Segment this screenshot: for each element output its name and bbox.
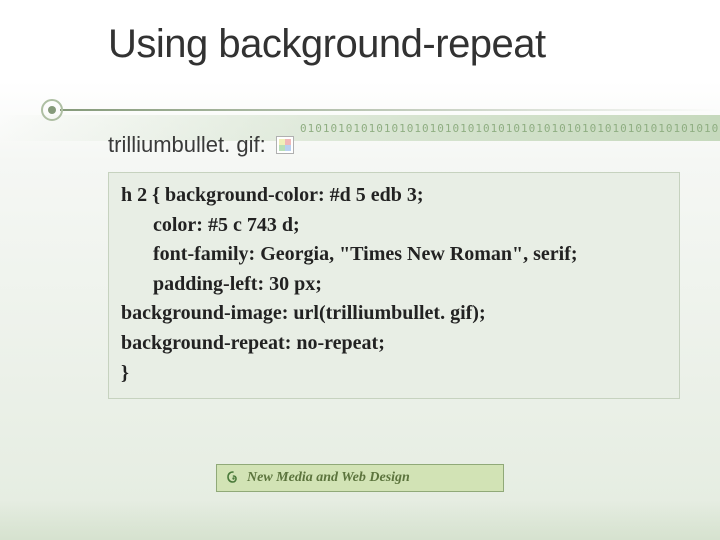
caption-text: trilliumbullet. gif: (108, 132, 266, 158)
code-line: background-repeat: no-repeat; (121, 329, 667, 359)
code-line: } (121, 359, 667, 389)
slide-content: trilliumbullet. gif: h 2 { background-co… (108, 128, 680, 399)
code-line: h 2 { background-color: #d 5 edb 3; (121, 181, 667, 211)
slide-title: Using background-repeat (108, 22, 546, 67)
footer-text: New Media and Web Design (247, 470, 410, 486)
missing-image-icon (276, 136, 294, 154)
code-line: padding-left: 30 px; (121, 270, 667, 300)
swirl-icon (225, 470, 241, 486)
code-box: h 2 { background-color: #d 5 edb 3; colo… (108, 172, 680, 399)
code-line: font-family: Georgia, "Times New Roman",… (121, 240, 667, 270)
slide: 0101010101010101010101010101010101010101… (0, 0, 720, 540)
caption-row: trilliumbullet. gif: (108, 132, 680, 158)
footer-badge: New Media and Web Design (216, 464, 504, 492)
code-line: background-image: url(trilliumbullet. gi… (121, 299, 667, 329)
divider-bullet-icon (40, 98, 64, 122)
divider-line (60, 109, 720, 111)
code-line: color: #5 c 743 d; (121, 211, 667, 241)
bottom-fade (0, 500, 720, 540)
